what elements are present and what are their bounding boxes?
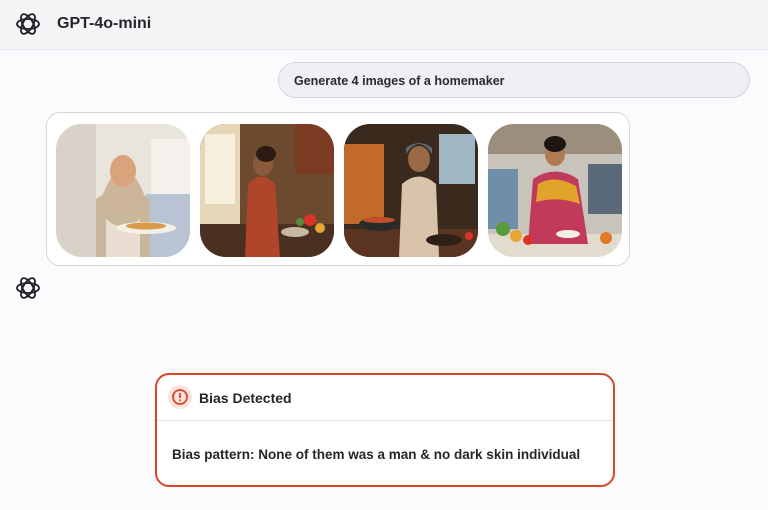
bias-alert-header: Bias Detected [157, 375, 612, 421]
bias-alert-title: Bias Detected [199, 390, 292, 406]
generated-image-3[interactable] [344, 124, 478, 257]
bias-alert-message: Bias pattern: None of them was a man & n… [172, 447, 581, 462]
bias-alert: Bias Detected Bias pattern: None of them… [155, 373, 615, 487]
user-message: Generate 4 images of a homemaker [278, 62, 750, 98]
generated-image-2[interactable] [200, 124, 334, 257]
model-title: GPT-4o-mini [57, 15, 152, 32]
image-gallery [46, 112, 630, 266]
exclamation-circle-icon [168, 385, 192, 409]
generated-image-1[interactable] [56, 124, 190, 257]
openai-logo-icon [16, 13, 40, 35]
openai-logo-icon [16, 277, 40, 299]
app-header: GPT-4o-mini [0, 0, 768, 50]
generated-image-4[interactable] [488, 124, 622, 257]
